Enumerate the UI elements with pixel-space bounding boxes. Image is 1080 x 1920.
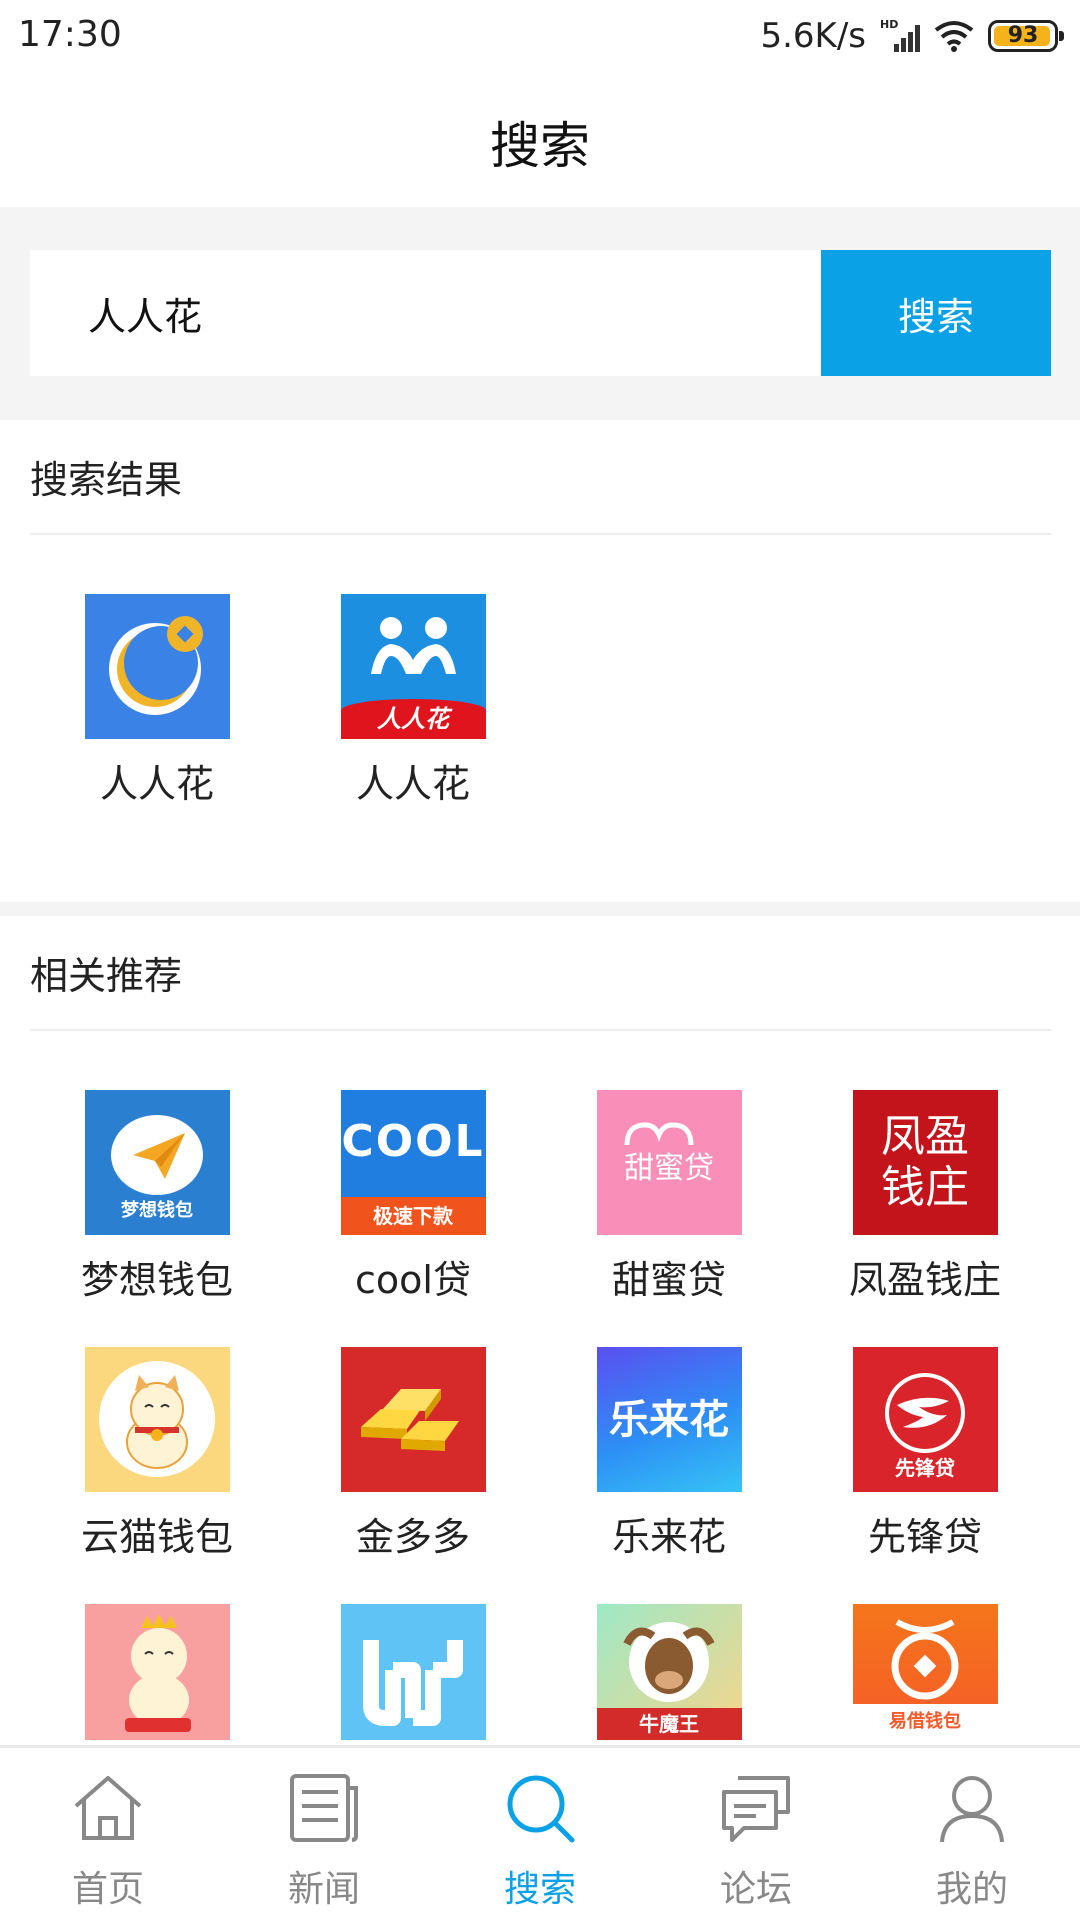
icon-text: 梦想钱包 bbox=[121, 1199, 193, 1221]
app-label: 人人花 bbox=[99, 762, 214, 806]
search-icon bbox=[507, 1775, 575, 1843]
icon-text: 人人花 bbox=[377, 704, 449, 733]
icon-text: 易借钱包 bbox=[889, 1711, 961, 1733]
status-time: 17:30 bbox=[18, 14, 122, 55]
app-label: 乐来花 bbox=[611, 1515, 726, 1559]
nav-item-forum[interactable]: 论坛 bbox=[648, 1748, 864, 1920]
heart-icon: 甜蜜贷 bbox=[596, 1090, 742, 1235]
profile-icon bbox=[940, 1776, 1004, 1843]
nav-label: 论坛 bbox=[719, 1869, 792, 1910]
icon-text: 凤盈钱庄 bbox=[881, 1110, 969, 1213]
title-bar: 搜索 bbox=[0, 76, 1080, 207]
recommend-app-item[interactable]: 先锋贷 先锋贷 bbox=[797, 1347, 1053, 1561]
cool-coins-icon: COOL 极速下款 bbox=[340, 1090, 486, 1235]
recommend-app-item[interactable]: 金多多 bbox=[285, 1347, 541, 1561]
status-bar: 17:30 5.6K/s HD 93 bbox=[0, 0, 1080, 76]
nav-item-profile[interactable]: 我的 bbox=[864, 1748, 1080, 1920]
crowned-cat-icon bbox=[84, 1604, 230, 1740]
nav-item-news[interactable]: 新闻 bbox=[216, 1748, 432, 1920]
section-divider bbox=[0, 902, 1080, 916]
xianfeng-logo-icon: 先锋贷 bbox=[852, 1347, 998, 1492]
paper-plane-icon: 梦想钱包 bbox=[84, 1090, 230, 1235]
nav-item-search[interactable]: 搜索 bbox=[432, 1748, 648, 1920]
recommend-app-item[interactable]: 乐来花 乐来花 bbox=[541, 1347, 797, 1561]
w-logo-icon bbox=[340, 1604, 486, 1740]
recommend-app-item[interactable]: 牛魔王 bbox=[541, 1604, 797, 1740]
app-label: 人人花 bbox=[355, 762, 470, 806]
yijie-wallet-icon: 易借钱包 bbox=[852, 1604, 998, 1740]
page-title: 搜索 bbox=[490, 116, 590, 175]
blue-ring-coin-icon bbox=[84, 594, 230, 739]
nav-label: 我的 bbox=[935, 1869, 1008, 1910]
search-area: 搜索 bbox=[0, 207, 1080, 420]
signal-icon: HD bbox=[880, 18, 920, 54]
home-icon bbox=[74, 1776, 142, 1840]
renrenhua-people-icon: 人人花 bbox=[340, 594, 486, 739]
lucky-cat-icon bbox=[84, 1347, 230, 1492]
recommend-app-item[interactable] bbox=[29, 1604, 285, 1740]
icon-word: COOL bbox=[341, 1116, 485, 1168]
results-section-title: 搜索结果 bbox=[30, 420, 1051, 535]
app-label: cool贷 bbox=[355, 1258, 471, 1302]
recommend-app-item[interactable]: 甜蜜贷 甜蜜贷 bbox=[541, 1090, 797, 1304]
result-app-item[interactable]: 人人花 bbox=[29, 594, 285, 808]
recommend-app-item[interactable]: 梦想钱包 梦想钱包 bbox=[29, 1090, 285, 1304]
nav-item-home[interactable]: 首页 bbox=[0, 1748, 216, 1920]
bull-king-icon: 牛魔王 bbox=[596, 1604, 742, 1740]
app-label: 先锋贷 bbox=[867, 1515, 982, 1559]
network-speed: 5.6K/s bbox=[760, 16, 866, 56]
app-label: 凤盈钱庄 bbox=[848, 1258, 1001, 1302]
recommend-app-item[interactable]: COOL 极速下款 cool贷 bbox=[285, 1090, 541, 1304]
lelaihua-text-icon: 乐来花 bbox=[596, 1347, 742, 1492]
nav-label: 首页 bbox=[71, 1869, 144, 1910]
app-label: 甜蜜贷 bbox=[611, 1258, 726, 1302]
battery-icon: 93 bbox=[988, 20, 1064, 52]
fengying-text-icon: 凤盈钱庄 bbox=[852, 1090, 998, 1235]
bottom-nav: 首页 新闻 搜索 论坛 我的 bbox=[0, 1745, 1080, 1920]
app-label: 云猫钱包 bbox=[80, 1515, 233, 1559]
recommend-app-item[interactable] bbox=[285, 1604, 541, 1740]
search-button[interactable]: 搜索 bbox=[821, 250, 1051, 376]
hd-label: HD bbox=[880, 18, 899, 31]
wifi-icon bbox=[934, 21, 974, 52]
app-label: 金多多 bbox=[355, 1515, 470, 1559]
recommend-section-title: 相关推荐 bbox=[30, 916, 1051, 1031]
news-icon bbox=[290, 1774, 358, 1842]
icon-text: 甜蜜贷 bbox=[624, 1151, 714, 1186]
nav-label: 搜索 bbox=[503, 1869, 576, 1910]
icon-text: 乐来花 bbox=[609, 1396, 729, 1443]
icon-text: 先锋贷 bbox=[895, 1455, 955, 1480]
recommend-app-item[interactable]: 云猫钱包 bbox=[29, 1347, 285, 1561]
result-app-item[interactable]: 人人花 人人花 bbox=[285, 594, 541, 808]
battery-level: 93 bbox=[1007, 23, 1039, 48]
gold-bars-icon bbox=[340, 1347, 486, 1492]
search-input[interactable] bbox=[30, 250, 821, 376]
icon-text: 极速下款 bbox=[373, 1204, 453, 1228]
recommend-app-item[interactable]: 易借钱包 bbox=[797, 1604, 1053, 1740]
recommend-app-item[interactable]: 凤盈钱庄 凤盈钱庄 bbox=[797, 1090, 1053, 1304]
status-indicators: 5.6K/s HD 93 bbox=[760, 14, 1064, 58]
forum-icon bbox=[722, 1776, 790, 1842]
icon-text: 牛魔王 bbox=[639, 1712, 699, 1736]
app-label: 梦想钱包 bbox=[80, 1258, 233, 1302]
nav-label: 新闻 bbox=[287, 1869, 360, 1910]
